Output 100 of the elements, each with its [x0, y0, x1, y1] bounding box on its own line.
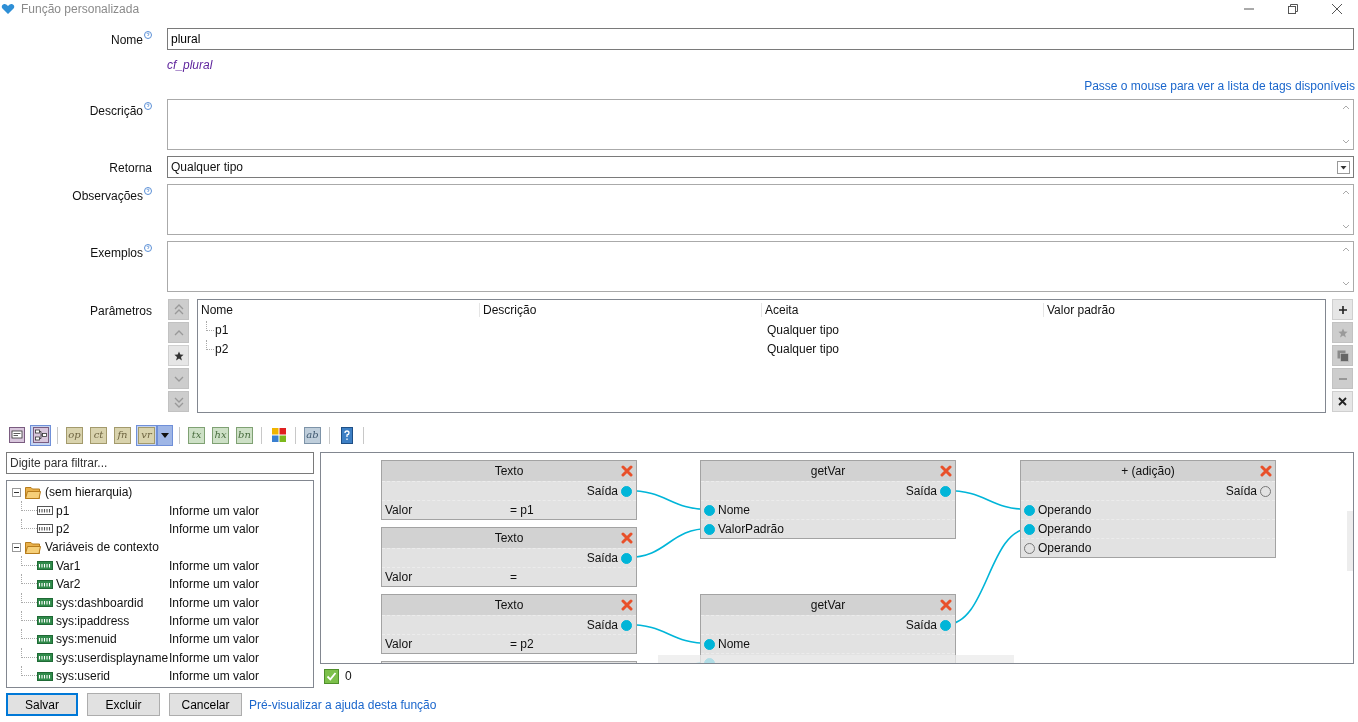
- property-value: = p2: [510, 637, 534, 651]
- restore-icon[interactable]: [1288, 4, 1298, 14]
- edit-button[interactable]: [1332, 299, 1353, 320]
- tree-item[interactable]: Var2 Informe um valor: [7, 574, 313, 594]
- window-icon: [8, 427, 25, 443]
- filter-field[interactable]: Digite para filtrar...: [6, 452, 314, 474]
- edit-button[interactable]: [1332, 391, 1353, 412]
- node-card[interactable]: + (adição) Saída Operando Operando Operando: [1020, 460, 1276, 558]
- text-area[interactable]: [167, 241, 1354, 292]
- delete-icon[interactable]: [621, 532, 633, 544]
- collapse-icon[interactable]: [12, 542, 21, 552]
- port-dot[interactable]: [1024, 523, 1035, 535]
- scroll-up-icon[interactable]: [1342, 104, 1350, 110]
- text-area[interactable]: [167, 184, 1354, 235]
- field-label: Observações: [72, 189, 143, 203]
- checkbox-icon[interactable]: [324, 668, 339, 684]
- close-icon[interactable]: [1332, 4, 1342, 14]
- app-logo-icon: [1, 3, 15, 15]
- table-cell: p1: [198, 322, 484, 337]
- port-dot[interactable]: [621, 485, 632, 497]
- tree-item[interactable]: sys:dashboardid Informe um valor: [7, 593, 313, 612]
- tag-tool-button[interactable]: hx: [210, 424, 231, 446]
- caret-icon: [1337, 160, 1350, 174]
- tag-tool-button[interactable]: tx: [186, 424, 207, 446]
- form-view-button[interactable]: [6, 424, 27, 446]
- column-header[interactable]: Valor padrão: [1043, 303, 1325, 317]
- tag-tool-button[interactable]: vr: [136, 424, 157, 446]
- node-card[interactable]: Texto Saída Valor = p2: [381, 594, 637, 654]
- tree-item[interactable]: sys:userdisplaynameInforme um valor: [7, 648, 313, 667]
- tag-tool-button[interactable]: op: [64, 424, 85, 446]
- property-value: = p1: [510, 503, 534, 517]
- table-cell-text: Qualquer tipo: [766, 322, 841, 337]
- scroll-down-icon[interactable]: [1342, 281, 1350, 287]
- diagram-icon: [32, 427, 49, 443]
- port-dot[interactable]: [1024, 504, 1035, 516]
- field-label: Parâmetros: [89, 304, 152, 318]
- port-label: Saída: [586, 484, 618, 498]
- node-card[interactable]: Texto Saída Valor =: [381, 527, 637, 587]
- scroll-up-icon[interactable]: [1342, 189, 1350, 195]
- port-dot[interactable]: [704, 523, 715, 535]
- help-icon[interactable]: [144, 244, 152, 252]
- scroll-down-icon[interactable]: [1342, 224, 1350, 230]
- dropdown-button[interactable]: [157, 424, 173, 446]
- tree-item[interactable]: p1 Informe um valor: [7, 501, 313, 520]
- tree-item[interactable]: sys:menuid Informe um valor: [7, 630, 313, 649]
- tree-item[interactable]: p2 Informe um valor: [7, 519, 313, 539]
- help-icon[interactable]: [144, 187, 152, 195]
- column-header[interactable]: Aceita: [761, 303, 1043, 317]
- tag-tool-button[interactable]: ab: [302, 424, 323, 446]
- field-label: Exemplos: [90, 246, 143, 260]
- port-dot[interactable]: [940, 485, 951, 497]
- tree-item[interactable]: sys:userid Informe um valor: [7, 666, 313, 686]
- color-grid-icon: [270, 427, 287, 443]
- delete-icon[interactable]: [1260, 465, 1272, 477]
- port-label: ValorPadrão: [718, 522, 784, 536]
- tree-item[interactable]: (sem hierarquia): [7, 483, 313, 502]
- dialog-button[interactable]: Cancelar: [169, 693, 242, 716]
- returns-dropdown[interactable]: Qualquer tipo: [167, 156, 1354, 178]
- scroll-up-icon[interactable]: [1342, 246, 1350, 252]
- tree-item[interactable]: Var1 Informe um valor: [7, 556, 313, 575]
- help-preview-link[interactable]: Pré-visualizar a ajuda desta função: [249, 697, 437, 712]
- diagram-view-button[interactable]: [30, 424, 51, 446]
- port-label: Operando: [1038, 522, 1092, 536]
- tree-item[interactable]: Variáveis de contexto: [7, 538, 313, 557]
- column-header[interactable]: Nome: [198, 303, 479, 317]
- star-icon: [173, 350, 184, 361]
- collapse-icon[interactable]: [12, 487, 21, 497]
- node-title: Texto: [494, 464, 524, 478]
- delete-icon[interactable]: [621, 599, 633, 611]
- tag-tool-button[interactable]: fn: [112, 424, 133, 446]
- column-header[interactable]: Descrição: [479, 303, 761, 317]
- port-label: Operando: [1038, 541, 1092, 555]
- tree-item[interactable]: sys:ipaddress Informe um valor: [7, 611, 313, 631]
- scroll-down-icon[interactable]: [1342, 139, 1350, 145]
- help-icon[interactable]: [144, 102, 152, 110]
- tag-tool-button[interactable]: bn: [234, 424, 255, 446]
- property-label: Valor: [385, 637, 414, 651]
- help-icon[interactable]: [144, 31, 152, 39]
- dialog-button[interactable]: Excluir: [87, 693, 160, 716]
- port-dot[interactable]: [940, 619, 951, 631]
- port-dot[interactable]: [621, 619, 632, 631]
- port-dot[interactable]: [621, 552, 632, 564]
- port-label: Operando: [1038, 503, 1092, 517]
- text-area[interactable]: [167, 99, 1354, 150]
- name-field[interactable]: plural: [167, 28, 1354, 50]
- delete-icon[interactable]: [940, 465, 952, 477]
- delete-icon[interactable]: [940, 599, 952, 611]
- node-card[interactable]: Texto Saída Valor = p1: [381, 460, 637, 520]
- port-dot[interactable]: [704, 638, 715, 650]
- node-title: + (adição): [1121, 464, 1175, 478]
- port-label: Saída: [1225, 484, 1257, 498]
- folder-icon: [25, 485, 41, 499]
- node-title: getVar: [810, 598, 846, 612]
- dialog-button[interactable]: Salvar: [6, 693, 78, 716]
- delete-icon[interactable]: [621, 465, 633, 477]
- move-button[interactable]: [168, 345, 189, 366]
- node-card[interactable]: getVar Saída Nome ValorPadrão: [700, 460, 956, 539]
- port-dot[interactable]: [704, 504, 715, 516]
- tags-link[interactable]: Passe o mouse para ver a lista de tags disponíveis: [1084, 79, 1355, 93]
- tag-tool-button[interactable]: ct: [88, 424, 109, 446]
